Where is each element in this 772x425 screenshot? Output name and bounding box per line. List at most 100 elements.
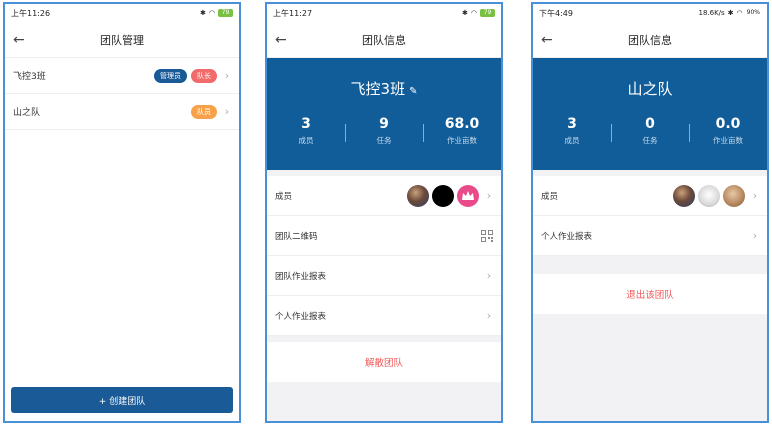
team-name: 飞控3班 — [350, 80, 406, 98]
bluetooth-icon: ✱ — [200, 9, 206, 17]
chevron-right-icon: › — [752, 229, 758, 242]
personal-report-row[interactable]: 个人作业报表 › — [267, 296, 501, 336]
section-gap — [533, 256, 767, 274]
battery-icon: 79 — [480, 9, 495, 17]
stat-members: 3 成员 — [267, 116, 345, 146]
dissolve-team-button[interactable]: 解散团队 — [267, 342, 501, 382]
status-bar: 上午11:27 ✱ ◠ 79 — [267, 4, 501, 22]
member-avatars — [673, 184, 745, 207]
back-arrow-icon[interactable]: ← — [541, 31, 559, 49]
navigation-bar: ← 团队管理 — [5, 22, 239, 58]
battery-icon: 90% — [745, 9, 761, 17]
row-label: 个人作业报表 — [541, 231, 593, 242]
stat-value: 0.0 — [715, 116, 741, 132]
row-label: 成员 — [275, 191, 293, 202]
page-title: 团队信息 — [628, 33, 672, 47]
avatar — [457, 184, 479, 207]
phone-screen-team-info-leader: 上午11:27 ✱ ◠ 79 ← 团队信息 飞控3班 ✎ 3 成员 9 任务 68… — [265, 2, 503, 423]
pencil-icon[interactable]: ✎ — [409, 86, 417, 97]
status-time: 下午4:49 — [539, 8, 573, 18]
team-name: 山之队 — [13, 108, 41, 118]
content-area: 飞控3班 管理员 队长 › 山之队 队员 › + 创建团队 — [5, 58, 239, 421]
status-time: 上午11:26 — [11, 8, 51, 18]
status-icons: 18.6K/s ✱ ◠ 90% — [698, 9, 761, 17]
member-avatars — [407, 184, 479, 207]
team-name-heading: 山之队 — [533, 78, 767, 99]
chevron-right-icon: › — [486, 269, 492, 282]
bluetooth-icon: ✱ — [727, 9, 734, 17]
personal-report-row[interactable]: 个人作业报表 › — [533, 216, 767, 256]
chevron-right-icon: › — [224, 69, 230, 82]
team-row[interactable]: 飞控3班 管理员 队长 › — [5, 58, 239, 94]
row-label: 成员 — [541, 191, 559, 202]
leave-team-button[interactable]: 退出该团队 — [533, 274, 767, 314]
qrcode-row[interactable]: 团队二维码 — [267, 216, 501, 256]
team-stats: 3 成员 9 任务 68.0 作业亩数 — [267, 116, 501, 146]
phone-screen-team-info-member: 下午4:49 18.6K/s ✱ ◠ 90% ← 团队信息 山之队 3 成员 0… — [531, 2, 769, 423]
team-stats: 3 成员 0 任务 0.0 作业亩数 — [533, 116, 767, 146]
team-name: 山之队 — [627, 80, 673, 98]
back-arrow-icon[interactable]: ← — [13, 31, 31, 49]
stat-value: 9 — [379, 116, 389, 132]
stat-value: 3 — [301, 116, 311, 132]
stat-label: 作业亩数 — [713, 136, 743, 145]
row-label: 团队二维码 — [275, 231, 318, 242]
team-name: 飞控3班 — [13, 72, 46, 82]
avatar — [698, 184, 720, 207]
qr-code-icon — [481, 229, 493, 242]
admin-badge: 管理员 — [154, 68, 187, 83]
team-header: 山之队 3 成员 0 任务 0.0 作业亩数 — [533, 58, 767, 170]
team-report-row[interactable]: 团队作业报表 › — [267, 256, 501, 296]
leader-badge: 队长 — [191, 68, 217, 83]
battery-icon: 79 — [218, 9, 233, 17]
avatar — [673, 184, 695, 207]
crown-icon — [462, 190, 474, 200]
phone-screen-team-management: 上午11:26 ✱ ◠ 79 ← 团队管理 飞控3班 管理员 队长 › 山之队 … — [3, 2, 241, 423]
team-row[interactable]: 山之队 队员 › — [5, 94, 239, 130]
member-badge: 队员 — [191, 104, 217, 119]
stat-area: 68.0 作业亩数 — [423, 116, 501, 146]
members-row[interactable]: 成员 › — [533, 176, 767, 216]
wifi-icon: ◠ — [208, 9, 215, 17]
navigation-bar: ← 团队信息 — [533, 22, 767, 58]
page-title: 团队信息 — [362, 33, 406, 47]
status-icons: ✱ ◠ 79 — [462, 9, 495, 17]
stat-value: 3 — [567, 116, 577, 132]
chevron-right-icon: › — [486, 189, 492, 202]
stat-value: 68.0 — [444, 116, 480, 132]
stat-label: 成员 — [564, 136, 580, 145]
avatar — [723, 184, 745, 207]
stat-label: 成员 — [298, 136, 314, 145]
back-arrow-icon[interactable]: ← — [275, 31, 293, 49]
chevron-right-icon: › — [486, 309, 492, 322]
team-list: 飞控3班 管理员 队长 › 山之队 队员 › — [5, 58, 239, 130]
avatar — [407, 184, 429, 207]
create-team-button[interactable]: + 创建团队 — [11, 387, 233, 413]
avatar — [432, 184, 454, 207]
status-icons: ✱ ◠ 79 — [200, 9, 233, 17]
status-bar: 下午4:49 18.6K/s ✱ ◠ 90% — [533, 4, 767, 22]
chevron-right-icon: › — [752, 189, 758, 202]
stat-tasks: 0 任务 — [611, 116, 689, 146]
stat-tasks: 9 任务 — [345, 116, 423, 146]
page-title: 团队管理 — [100, 33, 144, 47]
team-name-heading: 飞控3班 ✎ — [267, 78, 501, 99]
stat-value: 0 — [645, 116, 655, 132]
stat-label: 任务 — [642, 136, 658, 145]
wifi-icon: ◠ — [736, 9, 743, 17]
navigation-bar: ← 团队信息 — [267, 22, 501, 58]
team-header: 飞控3班 ✎ 3 成员 9 任务 68.0 作业亩数 — [267, 58, 501, 170]
row-label: 个人作业报表 — [275, 311, 327, 322]
stat-label: 任务 — [376, 136, 392, 145]
row-label: 团队作业报表 — [275, 271, 327, 282]
stat-area: 0.0 作业亩数 — [689, 116, 767, 146]
stat-members: 3 成员 — [533, 116, 611, 146]
status-time: 上午11:27 — [273, 8, 313, 18]
status-bar: 上午11:26 ✱ ◠ 79 — [5, 4, 239, 22]
wifi-icon: ◠ — [470, 9, 477, 17]
chevron-right-icon: › — [224, 105, 230, 118]
network-speed: 18.6K/s — [698, 9, 725, 17]
stat-label: 作业亩数 — [447, 136, 477, 145]
members-row[interactable]: 成员 › — [267, 176, 501, 216]
bluetooth-icon: ✱ — [462, 9, 468, 17]
